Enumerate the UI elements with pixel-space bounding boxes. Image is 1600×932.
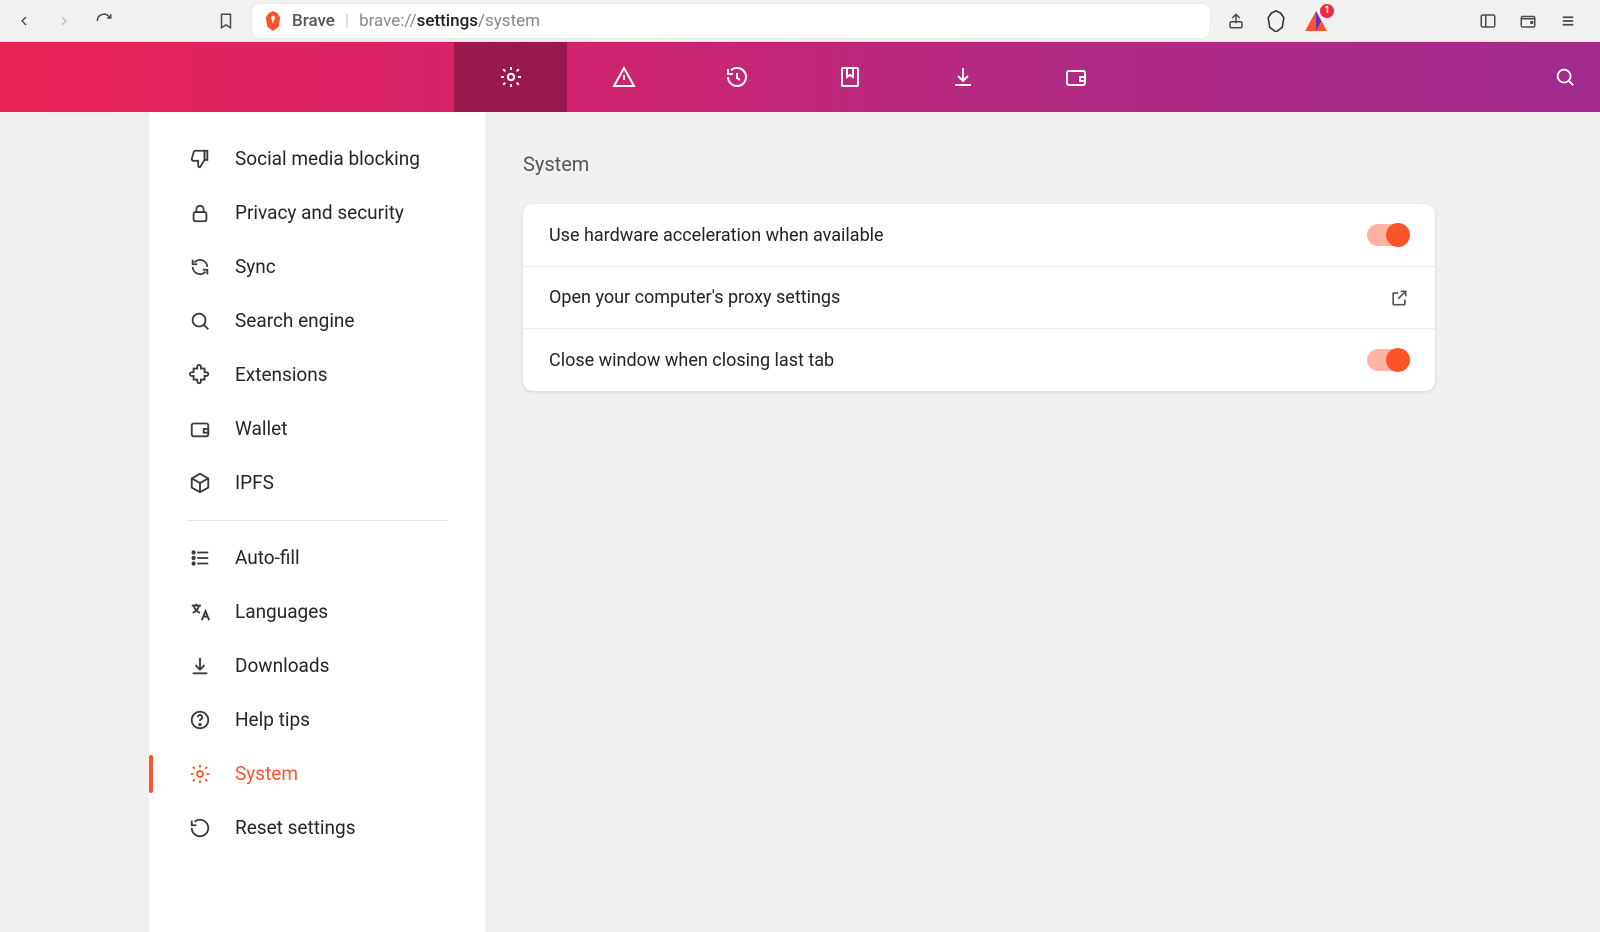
download-icon bbox=[951, 65, 975, 89]
sidebar-item-languages[interactable]: Languages bbox=[149, 585, 485, 639]
form-icon bbox=[187, 545, 213, 571]
sidebar-item-label: Help tips bbox=[235, 708, 310, 733]
sidebar-item-label: Wallet bbox=[235, 417, 287, 442]
wallet-icon bbox=[1064, 65, 1088, 89]
wallet-icon bbox=[187, 416, 213, 442]
sidebar-item-label: Reset settings bbox=[235, 816, 356, 841]
share-button[interactable] bbox=[1222, 7, 1250, 35]
tab-bookmarks[interactable] bbox=[793, 42, 906, 112]
settings-search-button[interactable] bbox=[1530, 42, 1600, 112]
sync-icon bbox=[187, 254, 213, 280]
bookmark-manager-icon bbox=[838, 65, 862, 89]
sidebar-item-label: Privacy and security bbox=[235, 201, 404, 226]
sidebar-item-wallet[interactable]: Wallet bbox=[149, 402, 485, 456]
help-icon bbox=[187, 707, 213, 733]
content-area: Social media blocking Privacy and securi… bbox=[0, 112, 1600, 932]
sidebar-item-label: IPFS bbox=[235, 471, 274, 496]
reload-button[interactable] bbox=[90, 7, 118, 35]
sidebar-item-social-media-blocking[interactable]: Social media blocking bbox=[149, 132, 485, 186]
brave-shields-button[interactable] bbox=[1262, 7, 1290, 35]
history-icon bbox=[725, 65, 749, 89]
gear-icon bbox=[187, 761, 213, 787]
sidebar-item-label: Sync bbox=[235, 255, 276, 280]
wallet-toolbar-button[interactable] bbox=[1514, 7, 1542, 35]
external-link-icon bbox=[1389, 288, 1409, 308]
tab-history[interactable] bbox=[680, 42, 793, 112]
sidebar-item-privacy-security[interactable]: Privacy and security bbox=[149, 186, 485, 240]
sidebar-area: Social media blocking Privacy and securi… bbox=[0, 112, 485, 932]
translate-icon bbox=[187, 599, 213, 625]
tab-shields[interactable] bbox=[567, 42, 680, 112]
browser-toolbar: Brave | brave://settings/system 1 bbox=[0, 0, 1600, 42]
cube-icon bbox=[187, 470, 213, 496]
download-icon bbox=[187, 653, 213, 679]
sidebar-item-help-tips[interactable]: Help tips bbox=[149, 693, 485, 747]
search-icon bbox=[187, 308, 213, 334]
setting-row-proxy-settings[interactable]: Open your computer's proxy settings bbox=[523, 267, 1435, 329]
page-title: System bbox=[523, 152, 1600, 176]
reset-icon bbox=[187, 815, 213, 841]
setting-label: Use hardware acceleration when available bbox=[549, 225, 884, 246]
sidebar-item-label: Languages bbox=[235, 600, 328, 625]
gear-icon bbox=[499, 65, 523, 89]
search-icon bbox=[1554, 66, 1576, 88]
tab-settings[interactable] bbox=[454, 42, 567, 112]
back-button[interactable] bbox=[10, 7, 38, 35]
thumbs-down-icon bbox=[187, 146, 213, 172]
close-window-toggle[interactable] bbox=[1367, 349, 1409, 371]
setting-row-close-window-last-tab: Close window when closing last tab bbox=[523, 329, 1435, 391]
brave-rewards-button[interactable]: 1 bbox=[1302, 7, 1330, 35]
forward-button[interactable] bbox=[50, 7, 78, 35]
puzzle-icon bbox=[187, 362, 213, 388]
rewards-badge: 1 bbox=[1320, 4, 1334, 18]
sidebar-divider bbox=[187, 520, 447, 521]
sidebar-item-label: Extensions bbox=[235, 363, 328, 388]
address-bar[interactable]: Brave | brave://settings/system bbox=[252, 4, 1210, 38]
sidebar-item-system[interactable]: System bbox=[149, 747, 485, 801]
sidebar-item-search-engine[interactable]: Search engine bbox=[149, 294, 485, 348]
sidebar-item-ipfs[interactable]: IPFS bbox=[149, 456, 485, 510]
sidebar-item-label: Downloads bbox=[235, 654, 329, 679]
sidebar-item-label: Auto-fill bbox=[235, 546, 300, 571]
hardware-acceleration-toggle[interactable] bbox=[1367, 224, 1409, 246]
tab-wallet[interactable] bbox=[1019, 42, 1132, 112]
settings-sidebar: Social media blocking Privacy and securi… bbox=[149, 112, 485, 932]
sidebar-item-extensions[interactable]: Extensions bbox=[149, 348, 485, 402]
brave-icon bbox=[264, 11, 282, 31]
address-bar-label: Brave bbox=[292, 11, 335, 31]
address-url: brave://settings/system bbox=[359, 11, 540, 31]
setting-row-hardware-acceleration: Use hardware acceleration when available bbox=[523, 204, 1435, 267]
sidebar-toggle-button[interactable] bbox=[1474, 7, 1502, 35]
warning-icon bbox=[612, 65, 636, 89]
system-settings-card: Use hardware acceleration when available… bbox=[523, 204, 1435, 391]
sidebar-item-sync[interactable]: Sync bbox=[149, 240, 485, 294]
sidebar-item-label: Social media blocking bbox=[235, 147, 420, 172]
sidebar-item-label: Search engine bbox=[235, 309, 355, 334]
main-panel: System Use hardware acceleration when av… bbox=[485, 112, 1600, 932]
sidebar-item-downloads[interactable]: Downloads bbox=[149, 639, 485, 693]
lock-icon bbox=[187, 200, 213, 226]
bookmark-this-button[interactable] bbox=[212, 7, 240, 35]
app-menu-button[interactable] bbox=[1554, 7, 1582, 35]
setting-label: Close window when closing last tab bbox=[549, 350, 834, 371]
sidebar-item-label: System bbox=[235, 762, 298, 787]
sidebar-item-autofill[interactable]: Auto-fill bbox=[149, 531, 485, 585]
setting-label: Open your computer's proxy settings bbox=[549, 287, 840, 308]
settings-tabstrip bbox=[0, 42, 1600, 112]
tab-downloads[interactable] bbox=[906, 42, 1019, 112]
sidebar-item-reset-settings[interactable]: Reset settings bbox=[149, 801, 485, 855]
